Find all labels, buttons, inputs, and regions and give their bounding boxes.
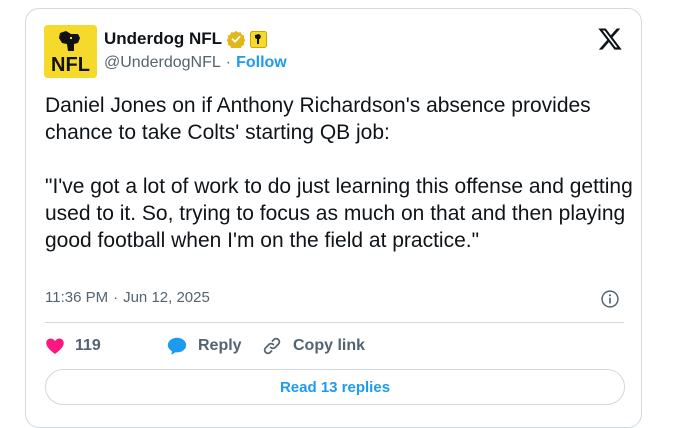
verified-badge-icon: [227, 30, 246, 48]
copy-link-button[interactable]: Copy link: [261, 335, 365, 357]
timestamp[interactable]: 11:36 PM · Jun 12, 2025: [45, 289, 210, 306]
author-name[interactable]: Underdog NFL: [104, 29, 222, 49]
read-replies-button[interactable]: Read 13 replies: [45, 369, 625, 405]
action-bar: 119 Reply Copy link: [45, 335, 365, 357]
like-button[interactable]: 119: [45, 336, 166, 356]
copy-link-label: Copy link: [293, 337, 366, 354]
x-logo-icon[interactable]: [597, 26, 623, 52]
link-icon: [263, 337, 281, 355]
separator: ·: [225, 54, 232, 71]
underdog-logo-icon: NFL: [44, 25, 97, 78]
tweet-text: Daniel Jones on if Anthony Richardson's …: [45, 94, 633, 252]
tweet-time: 11:36 PM: [45, 289, 109, 306]
separator: ·: [113, 289, 119, 306]
affiliate-logo-icon[interactable]: [250, 30, 268, 48]
divider: [45, 322, 624, 323]
author-handle[interactable]: @UnderdogNFL: [104, 54, 221, 72]
author-name-row[interactable]: Underdog NFL: [104, 29, 268, 49]
heart-icon: [46, 338, 64, 354]
reply-bubble-icon: [167, 337, 187, 355]
reply-label: Reply: [198, 337, 242, 354]
avatar[interactable]: NFL: [44, 25, 97, 78]
avatar-text: NFL: [51, 54, 90, 76]
info-icon[interactable]: [600, 289, 620, 309]
follow-button[interactable]: Follow: [236, 54, 287, 72]
like-count: 119: [75, 337, 101, 354]
reply-button[interactable]: Reply: [166, 335, 261, 357]
tweet-card: NFL Underdog NFL @UnderdogNFL · Follow D…: [25, 8, 642, 428]
tweet-date: Jun 12, 2025: [123, 289, 210, 306]
handle-row: @UnderdogNFL · Follow: [104, 54, 287, 72]
